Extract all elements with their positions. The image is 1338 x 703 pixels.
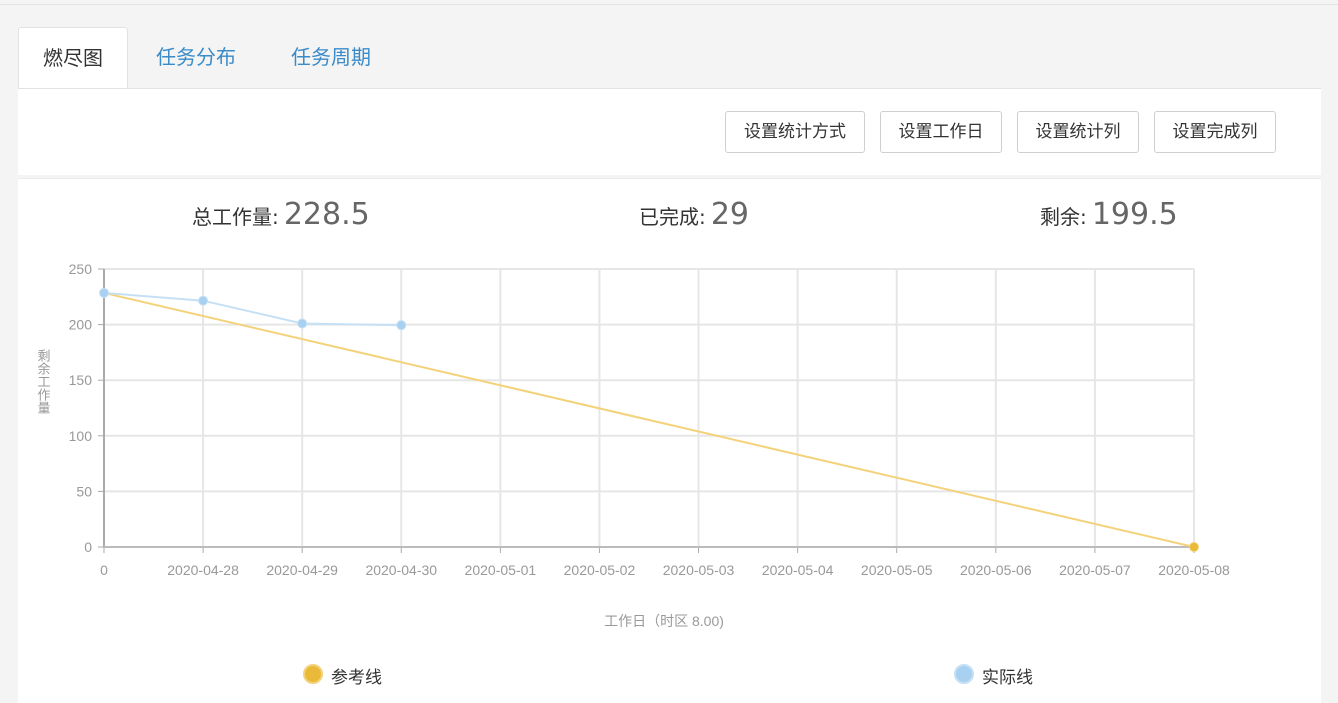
x-tick-label: 2020-05-06 (960, 562, 1032, 578)
actual-point (99, 287, 109, 298)
actual-point (198, 295, 209, 306)
actual-point (297, 318, 308, 329)
x-tick-label: 2020-04-29 (266, 562, 338, 578)
tab-burndown[interactable]: 燃尽图 (18, 27, 128, 90)
reference-point (1189, 542, 1199, 552)
x-tick-label: 2020-05-05 (861, 562, 933, 578)
y-tick-label: 50 (76, 483, 92, 499)
x-tick-label: 2020-04-30 (365, 562, 437, 578)
set-done-columns-button[interactable]: 设置完成列 (1154, 111, 1276, 153)
x-tick-label: 0 (100, 562, 108, 578)
reference-line (103, 291, 1195, 548)
y-tick-label: 0 (84, 539, 92, 555)
x-tick-label: 2020-05-04 (762, 562, 834, 578)
y-tick-label: 200 (69, 317, 93, 333)
x-tick-label: 2020-05-07 (1059, 562, 1131, 578)
legend-reference-label: 参考线 (331, 668, 382, 688)
x-tick-label: 2020-05-01 (465, 562, 537, 578)
x-tick-label: 2020-04-28 (167, 562, 239, 578)
actual-point (396, 320, 407, 331)
chart-toolbar: 设置统计方式 设置工作日 设置统计列 设置完成列 (18, 88, 1321, 175)
x-tick-label: 2020-05-02 (564, 562, 636, 578)
legend-actual-label: 实际线 (982, 668, 1033, 688)
top-divider (0, 4, 1338, 5)
x-tick-label: 2020-05-08 (1158, 562, 1230, 578)
x-axis-label: 工作日（时区 8.00) (604, 613, 724, 629)
x-tick-label: 2020-05-03 (663, 562, 735, 578)
actual-line (103, 291, 402, 327)
y-tick-label: 250 (69, 261, 93, 277)
burndown-panel: 总工作量: 228.5 已完成: 29 剩余: 199.5 0 50 100 150 2… (18, 178, 1321, 703)
y-tick-label: 100 (69, 428, 93, 444)
set-stat-method-button[interactable]: 设置统计方式 (725, 111, 865, 153)
tab-task-distribution[interactable]: 任务分布 (143, 27, 249, 88)
burndown-chart: 0 50 100 150 200 250 0 2020-04-28 2020-04-29 2020… (36, 261, 1231, 629)
tab-task-cycle[interactable]: 任务周期 (278, 27, 384, 88)
set-workdays-button[interactable]: 设置工作日 (880, 111, 1002, 153)
legend-reference-marker (303, 664, 323, 684)
y-tick-label: 150 (69, 372, 93, 388)
set-stat-columns-button[interactable]: 设置统计列 (1017, 111, 1139, 153)
y-axis-label: 剩余工作量 (36, 349, 51, 414)
legend-actual-marker (954, 664, 974, 684)
